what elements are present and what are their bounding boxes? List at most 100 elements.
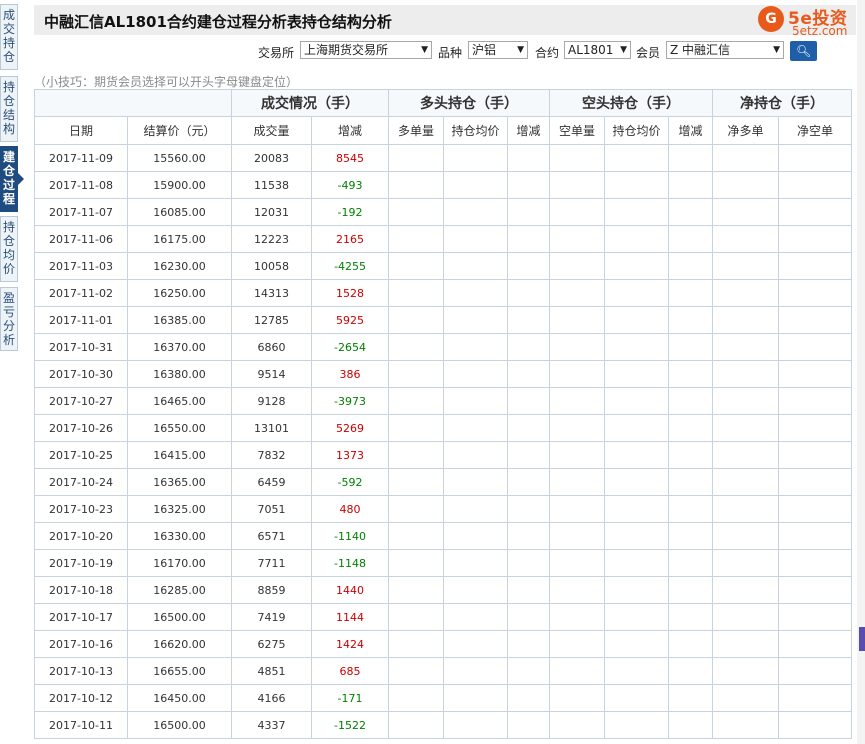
table-row: 2017-10-30 16380.00 9514 386 bbox=[34, 360, 852, 388]
cell-empty bbox=[388, 441, 444, 469]
cell-empty bbox=[712, 549, 779, 577]
cell-date: 2017-10-25 bbox=[34, 441, 128, 469]
cell-volume: 14313 bbox=[231, 279, 312, 307]
cell-volume-change: 1373 bbox=[311, 441, 389, 469]
exchange-value: 上海期货交易所 bbox=[304, 43, 389, 57]
table-row: 2017-11-06 16175.00 12223 2165 bbox=[34, 225, 852, 253]
table-row: 2017-11-02 16250.00 14313 1528 bbox=[34, 279, 852, 307]
cell-volume: 7832 bbox=[231, 441, 312, 469]
cell-volume: 6860 bbox=[231, 333, 312, 361]
cell-empty bbox=[388, 603, 444, 631]
tab-average-price[interactable]: 持仓均价 bbox=[0, 216, 18, 282]
tab-profit-loss[interactable]: 盈亏分析 bbox=[0, 287, 18, 351]
side-float-tab[interactable] bbox=[859, 627, 865, 651]
cell-empty bbox=[507, 441, 550, 469]
contract-label: 合约 bbox=[535, 46, 560, 60]
cell-empty bbox=[443, 225, 508, 253]
cell-empty bbox=[507, 279, 550, 307]
active-tab-arrow bbox=[18, 173, 24, 185]
cell-volume: 20083 bbox=[231, 144, 312, 172]
cell-empty bbox=[388, 225, 444, 253]
cell-empty bbox=[507, 495, 550, 523]
cell-empty bbox=[388, 495, 444, 523]
cell-empty bbox=[443, 360, 508, 388]
cell-volume-change: 1528 bbox=[311, 279, 389, 307]
cell-date: 2017-10-19 bbox=[34, 549, 128, 577]
cell-empty bbox=[604, 198, 669, 226]
cell-empty bbox=[507, 252, 550, 280]
cell-empty bbox=[443, 279, 508, 307]
group-header-blank bbox=[34, 89, 232, 117]
contract-select[interactable]: AL1801 ▼ bbox=[564, 41, 631, 59]
cell-empty bbox=[507, 198, 550, 226]
cell-empty bbox=[604, 306, 669, 334]
cell-empty bbox=[778, 387, 852, 415]
cell-volume-change: -1148 bbox=[311, 549, 389, 577]
member-value: Z 中融汇信 bbox=[670, 43, 731, 57]
table-row: 2017-11-01 16385.00 12785 5925 bbox=[34, 306, 852, 334]
table-row: 2017-10-24 16365.00 6459 -592 bbox=[34, 468, 852, 496]
cell-empty bbox=[388, 468, 444, 496]
cell-empty bbox=[778, 225, 852, 253]
cell-settle-price: 16550.00 bbox=[127, 414, 232, 442]
cell-empty bbox=[388, 657, 444, 685]
cell-empty bbox=[604, 441, 669, 469]
query-button[interactable]: 🔍︎查询 bbox=[790, 41, 818, 98]
cell-empty bbox=[549, 576, 605, 604]
cell-settle-price: 16230.00 bbox=[127, 252, 232, 280]
cell-empty bbox=[507, 603, 550, 631]
cell-empty bbox=[778, 549, 852, 577]
variety-select[interactable]: 沪铝 ▼ bbox=[468, 41, 528, 59]
cell-empty bbox=[549, 684, 605, 712]
cell-empty bbox=[778, 576, 852, 604]
cell-empty bbox=[549, 657, 605, 685]
cell-date: 2017-11-09 bbox=[34, 144, 128, 172]
cell-empty bbox=[604, 414, 669, 442]
cell-empty bbox=[668, 576, 713, 604]
cell-empty bbox=[778, 603, 852, 631]
cell-volume-change: -192 bbox=[311, 198, 389, 226]
tab-build-process[interactable]: 建仓过程 bbox=[0, 146, 18, 212]
member-select[interactable]: Z 中融汇信 ▼ bbox=[666, 41, 784, 59]
cell-empty bbox=[443, 549, 508, 577]
table-row: 2017-10-17 16500.00 7419 1144 bbox=[34, 603, 852, 631]
table-row: 2017-10-25 16415.00 7832 1373 bbox=[34, 441, 852, 469]
col-long-change: 增减 bbox=[507, 116, 550, 145]
cell-empty bbox=[778, 171, 852, 199]
cell-empty bbox=[604, 333, 669, 361]
cell-empty bbox=[604, 495, 669, 523]
cell-settle-price: 16330.00 bbox=[127, 522, 232, 550]
cell-empty bbox=[443, 630, 508, 658]
cell-volume: 4851 bbox=[231, 657, 312, 685]
cell-empty bbox=[443, 522, 508, 550]
cell-settle-price: 15560.00 bbox=[127, 144, 232, 172]
exchange-select[interactable]: 上海期货交易所 ▼ bbox=[300, 41, 432, 59]
cell-empty bbox=[604, 711, 669, 739]
cell-empty bbox=[668, 144, 713, 172]
logo-mark-icon: G bbox=[758, 6, 784, 32]
col-short-change: 增减 bbox=[668, 116, 713, 145]
page-title: 中融汇信AL1801合约建仓过程分析表持仓结构分析 bbox=[44, 13, 392, 31]
cell-date: 2017-10-31 bbox=[34, 333, 128, 361]
cell-empty bbox=[778, 441, 852, 469]
table-body: 2017-11-09 15560.00 20083 8545 2017-11-08 159… bbox=[34, 144, 852, 739]
site-logo[interactable]: G 5e投资 5etz.com bbox=[758, 2, 865, 40]
cell-empty bbox=[388, 171, 444, 199]
cell-empty bbox=[388, 333, 444, 361]
tab-position-structure[interactable]: 持仓结构 bbox=[0, 76, 18, 142]
cell-volume: 12785 bbox=[231, 306, 312, 334]
cell-volume: 8859 bbox=[231, 576, 312, 604]
cell-volume-change: 8545 bbox=[311, 144, 389, 172]
cell-empty bbox=[604, 576, 669, 604]
table-row: 2017-11-07 16085.00 12031 -192 bbox=[34, 198, 852, 226]
cell-settle-price: 16500.00 bbox=[127, 711, 232, 739]
cell-empty bbox=[778, 711, 852, 739]
cell-settle-price: 16085.00 bbox=[127, 198, 232, 226]
tab-trading-positions[interactable]: 成交持仓 bbox=[0, 4, 18, 70]
col-short-avg: 持仓均价 bbox=[604, 116, 669, 145]
cell-empty bbox=[549, 252, 605, 280]
search-icon: 🔍︎ bbox=[796, 44, 812, 58]
cell-volume: 7711 bbox=[231, 549, 312, 577]
cell-empty bbox=[712, 252, 779, 280]
cell-empty bbox=[712, 306, 779, 334]
